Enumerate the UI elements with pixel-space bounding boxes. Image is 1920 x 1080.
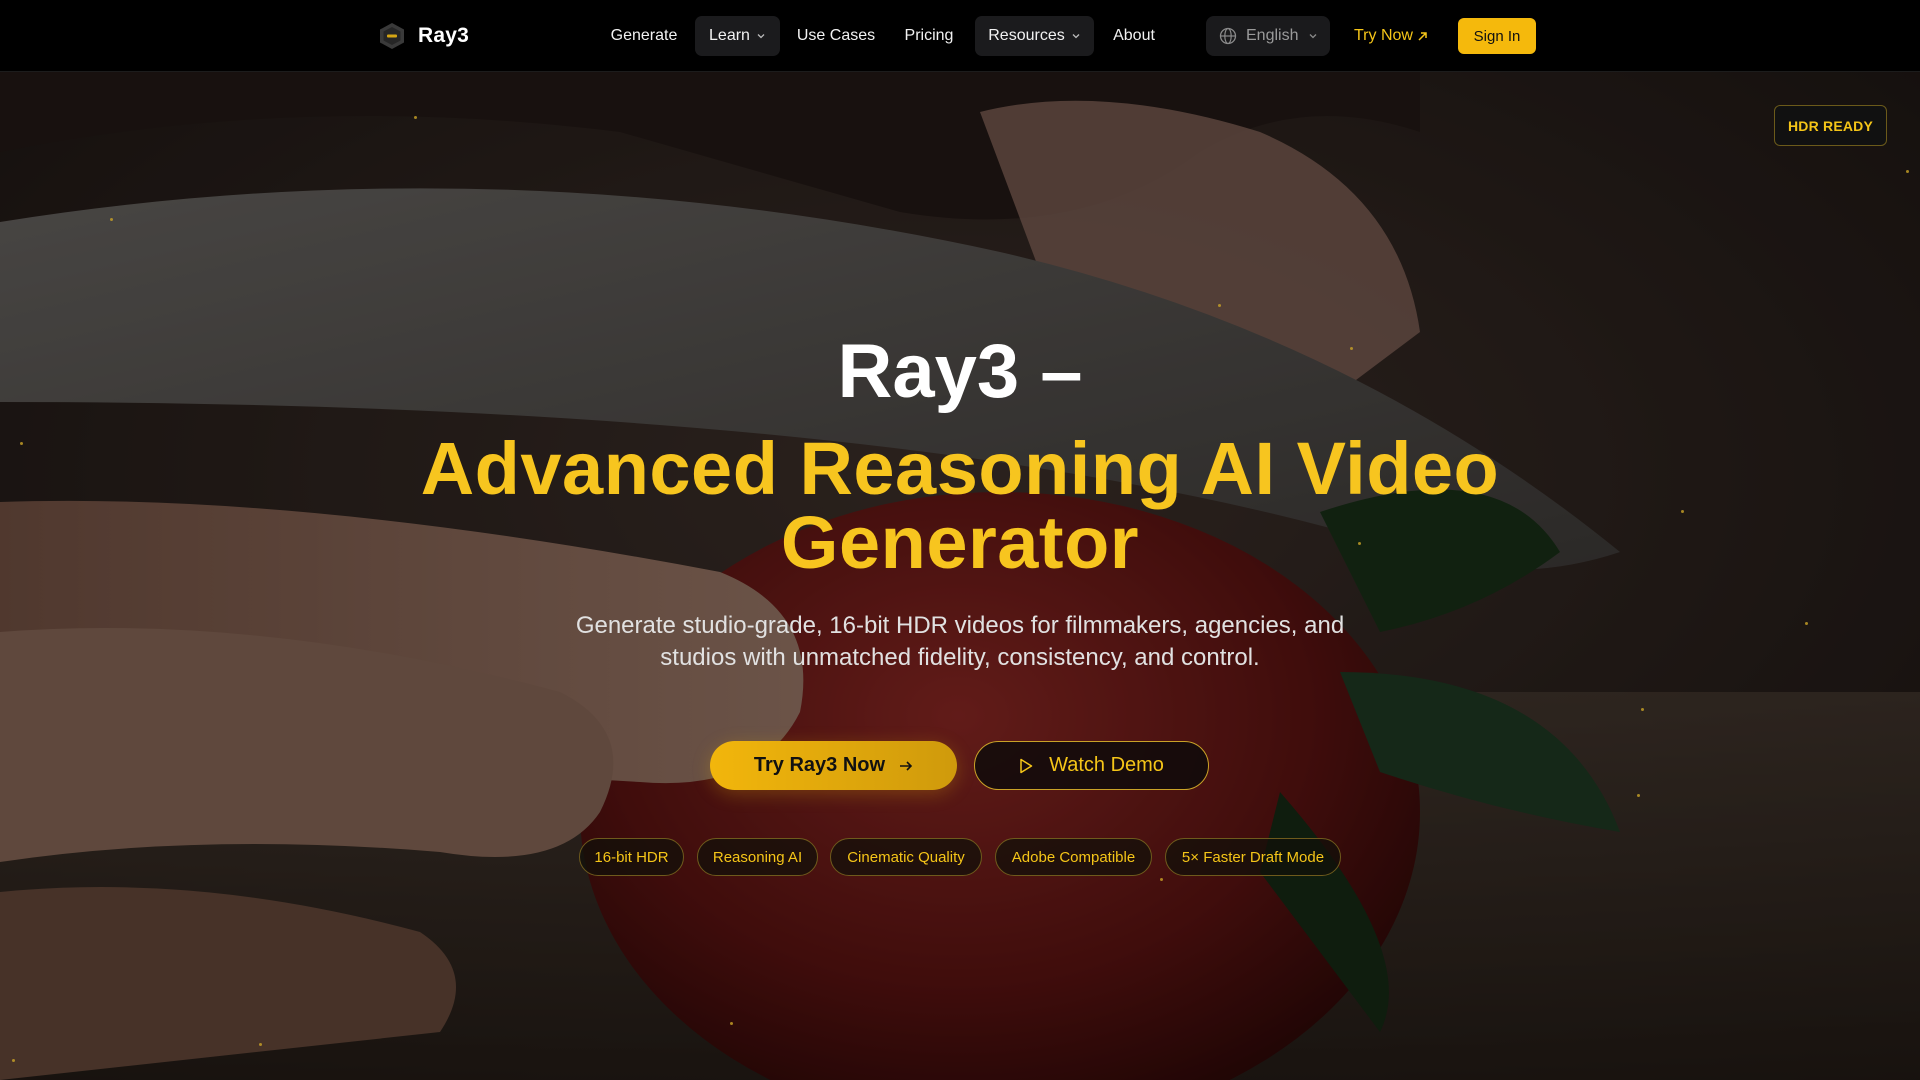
sparkle-dot bbox=[1637, 794, 1640, 797]
feature-chip-cinematic: Cinematic Quality bbox=[830, 838, 982, 876]
chevron-down-icon bbox=[1072, 34, 1080, 39]
sparkle-dot bbox=[1160, 878, 1163, 881]
sparkle-dot bbox=[730, 1022, 733, 1025]
sparkle-dot bbox=[414, 116, 417, 119]
sparkle-dot bbox=[12, 1059, 15, 1062]
nav-use-cases[interactable]: Use Cases bbox=[784, 16, 888, 56]
brand-name: Ray3 bbox=[418, 24, 470, 47]
hdr-ready-badge: HDR READY bbox=[1774, 105, 1887, 146]
nav-resources-label: Resources bbox=[988, 27, 1065, 44]
watch-demo-label: Watch Demo bbox=[1049, 754, 1164, 776]
sparkle-dot bbox=[1218, 304, 1221, 307]
feature-chip-label: 16-bit HDR bbox=[594, 848, 669, 866]
sparkle-dot bbox=[1641, 708, 1644, 711]
try-ray3-now-label: Try Ray3 Now bbox=[753, 754, 886, 776]
hero-subtitle: Generate studio-grade, 16-bit HDR videos… bbox=[575, 612, 1345, 671]
nav-pricing-label: Pricing bbox=[904, 27, 954, 44]
nav-generate[interactable]: Generate bbox=[596, 16, 692, 56]
try-now-link[interactable]: Try Now bbox=[1354, 16, 1428, 56]
nav-resources-dropdown[interactable]: Resources bbox=[975, 16, 1094, 56]
language-selector[interactable]: English bbox=[1206, 16, 1330, 56]
sparkle-dot bbox=[1681, 510, 1684, 513]
try-now-label: Try Now bbox=[1354, 27, 1413, 44]
sparkle-dot bbox=[259, 1043, 262, 1046]
external-arrow-icon bbox=[1418, 31, 1427, 41]
nav-generate-label: Generate bbox=[610, 27, 678, 44]
chevron-down-icon bbox=[757, 34, 765, 39]
try-ray3-now-button[interactable]: Try Ray3 Now bbox=[710, 741, 957, 790]
feature-chip-hdr: 16-bit HDR bbox=[579, 838, 684, 876]
brand-home-link[interactable]: Ray3 bbox=[378, 20, 469, 52]
sparkle-dot bbox=[110, 218, 113, 221]
sparkle-dot bbox=[20, 442, 23, 445]
nav-learn-dropdown[interactable]: Learn bbox=[695, 16, 780, 56]
watch-demo-button[interactable]: Watch Demo bbox=[974, 741, 1209, 790]
nav-pricing[interactable]: Pricing bbox=[890, 16, 968, 56]
feature-chip-label: 5× Faster Draft Mode bbox=[1181, 848, 1325, 866]
feature-chip-label: Adobe Compatible bbox=[1011, 848, 1136, 866]
top-navbar: Ray3 Generate Learn Use Cases Pricing Re… bbox=[0, 0, 1920, 72]
globe-icon bbox=[1219, 27, 1237, 45]
nav-about-label: About bbox=[1113, 27, 1155, 44]
nav-learn-label: Learn bbox=[709, 27, 750, 44]
feature-chip-draft-mode: 5× Faster Draft Mode bbox=[1165, 838, 1341, 876]
hero-title-line2: Advanced Reasoning AI Video Generator bbox=[420, 427, 1500, 584]
play-icon bbox=[1020, 758, 1033, 773]
sparkle-dot bbox=[1906, 170, 1909, 173]
nav-about[interactable]: About bbox=[1100, 16, 1168, 56]
sign-in-label: Sign In bbox=[1473, 27, 1521, 45]
hexagon-logo-icon bbox=[380, 23, 404, 49]
language-label: English bbox=[1246, 27, 1299, 44]
feature-chip-label: Cinematic Quality bbox=[847, 848, 965, 866]
arrow-right-icon bbox=[900, 760, 913, 771]
feature-chip-reasoning: Reasoning AI bbox=[697, 838, 818, 876]
nav-use-cases-label: Use Cases bbox=[796, 27, 876, 44]
feature-chip-adobe: Adobe Compatible bbox=[995, 838, 1152, 876]
hero-title-line1: Ray3 – bbox=[837, 329, 1083, 414]
sparkle-dot bbox=[1805, 622, 1808, 625]
hero-section: HDR READY Ray3 – Advanced Reasoning AI V… bbox=[0, 72, 1920, 1080]
feature-chip-label: Reasoning AI bbox=[712, 848, 803, 866]
chevron-down-icon bbox=[1310, 34, 1317, 39]
sign-in-button[interactable]: Sign In bbox=[1458, 18, 1536, 54]
